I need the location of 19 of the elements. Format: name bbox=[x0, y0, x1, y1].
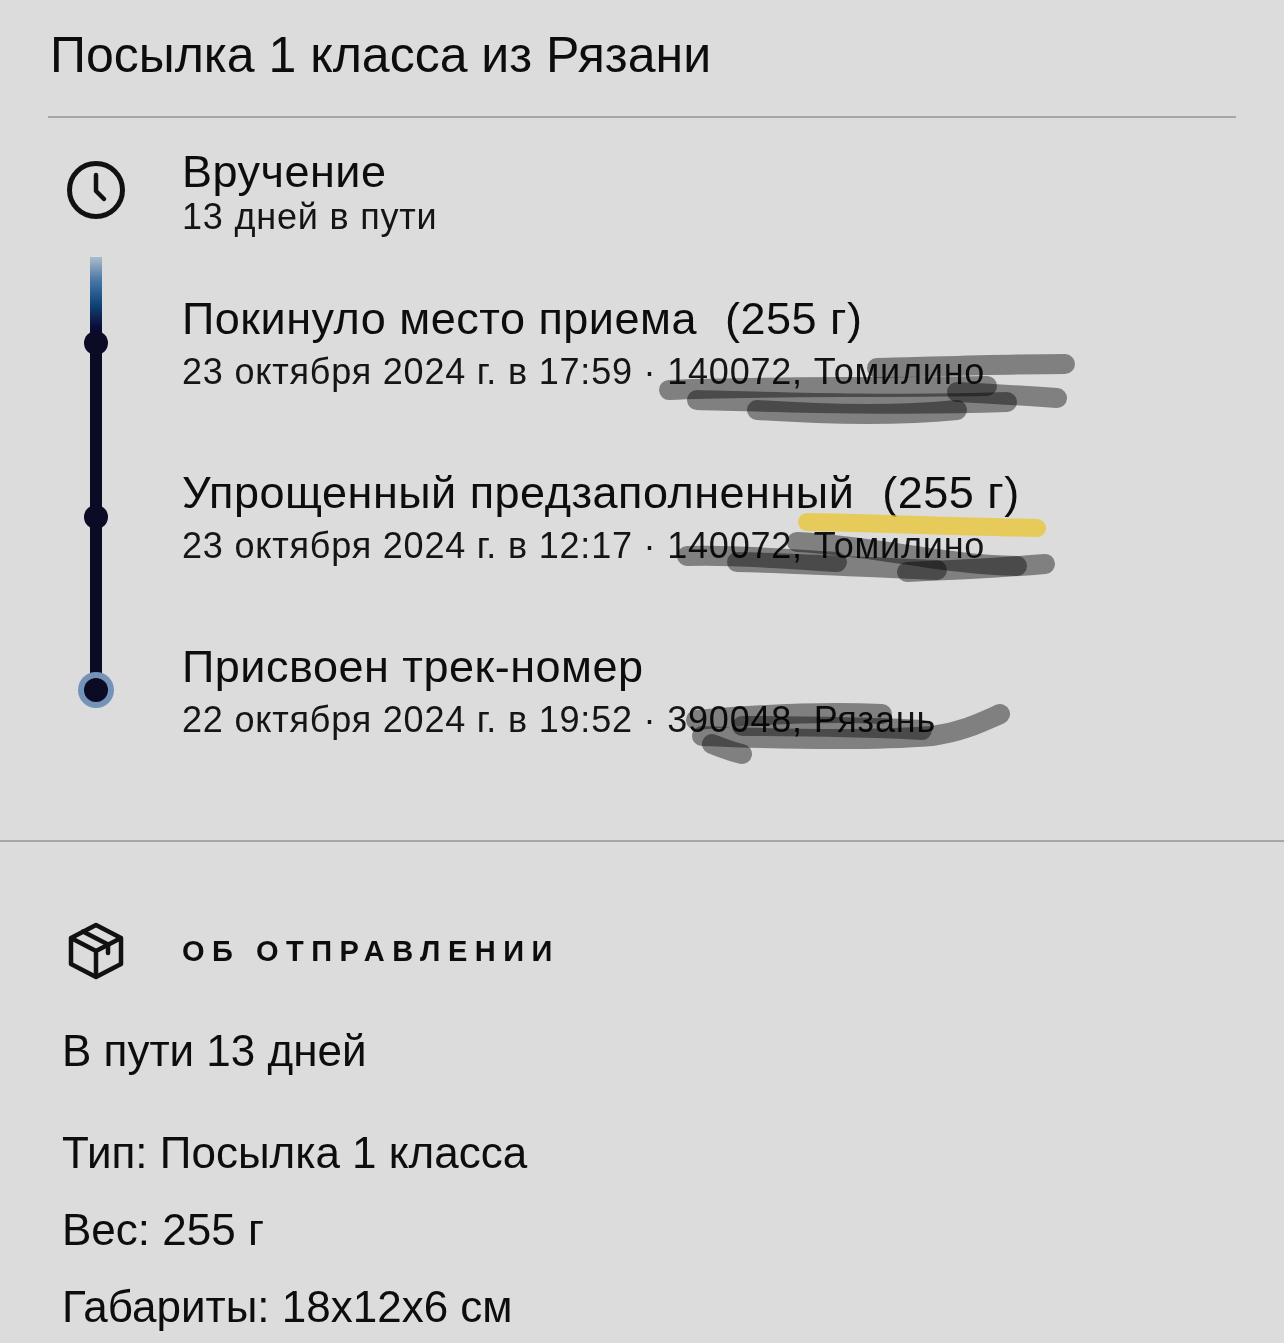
timeline-dot bbox=[84, 331, 108, 355]
timeline-dot bbox=[84, 505, 108, 529]
event-details: 23 октября 2024 г. в 17:59 · 140072, Томилино bbox=[182, 352, 986, 392]
detail-line: Вес: 255 г bbox=[62, 1205, 265, 1255]
event-details: 13 дней в пути bbox=[182, 197, 438, 237]
event-title: Присвоен трек-номер bbox=[182, 644, 644, 690]
package-icon bbox=[66, 921, 126, 981]
page-title: Посылка 1 класса из Рязани bbox=[49, 26, 713, 80]
clock-icon bbox=[66, 160, 126, 220]
event-title: Покинуло место приема bbox=[182, 296, 697, 342]
detail-line: Тип: Посылка 1 класса bbox=[62, 1128, 529, 1178]
event-title: Вручение bbox=[182, 149, 387, 195]
section-heading: ОБ ОТПРАВЛЕНИИ bbox=[182, 934, 560, 969]
event-title: Упрощенный предзаполненный bbox=[182, 470, 855, 516]
event-weight: (255 г) bbox=[725, 296, 863, 342]
detail-line: Габариты: 18x12x6 см bbox=[62, 1282, 514, 1332]
event-weight: (255 г) bbox=[882, 470, 1020, 516]
transit-summary: В пути 13 дней bbox=[62, 1026, 368, 1076]
timeline-start-dot bbox=[78, 672, 114, 708]
